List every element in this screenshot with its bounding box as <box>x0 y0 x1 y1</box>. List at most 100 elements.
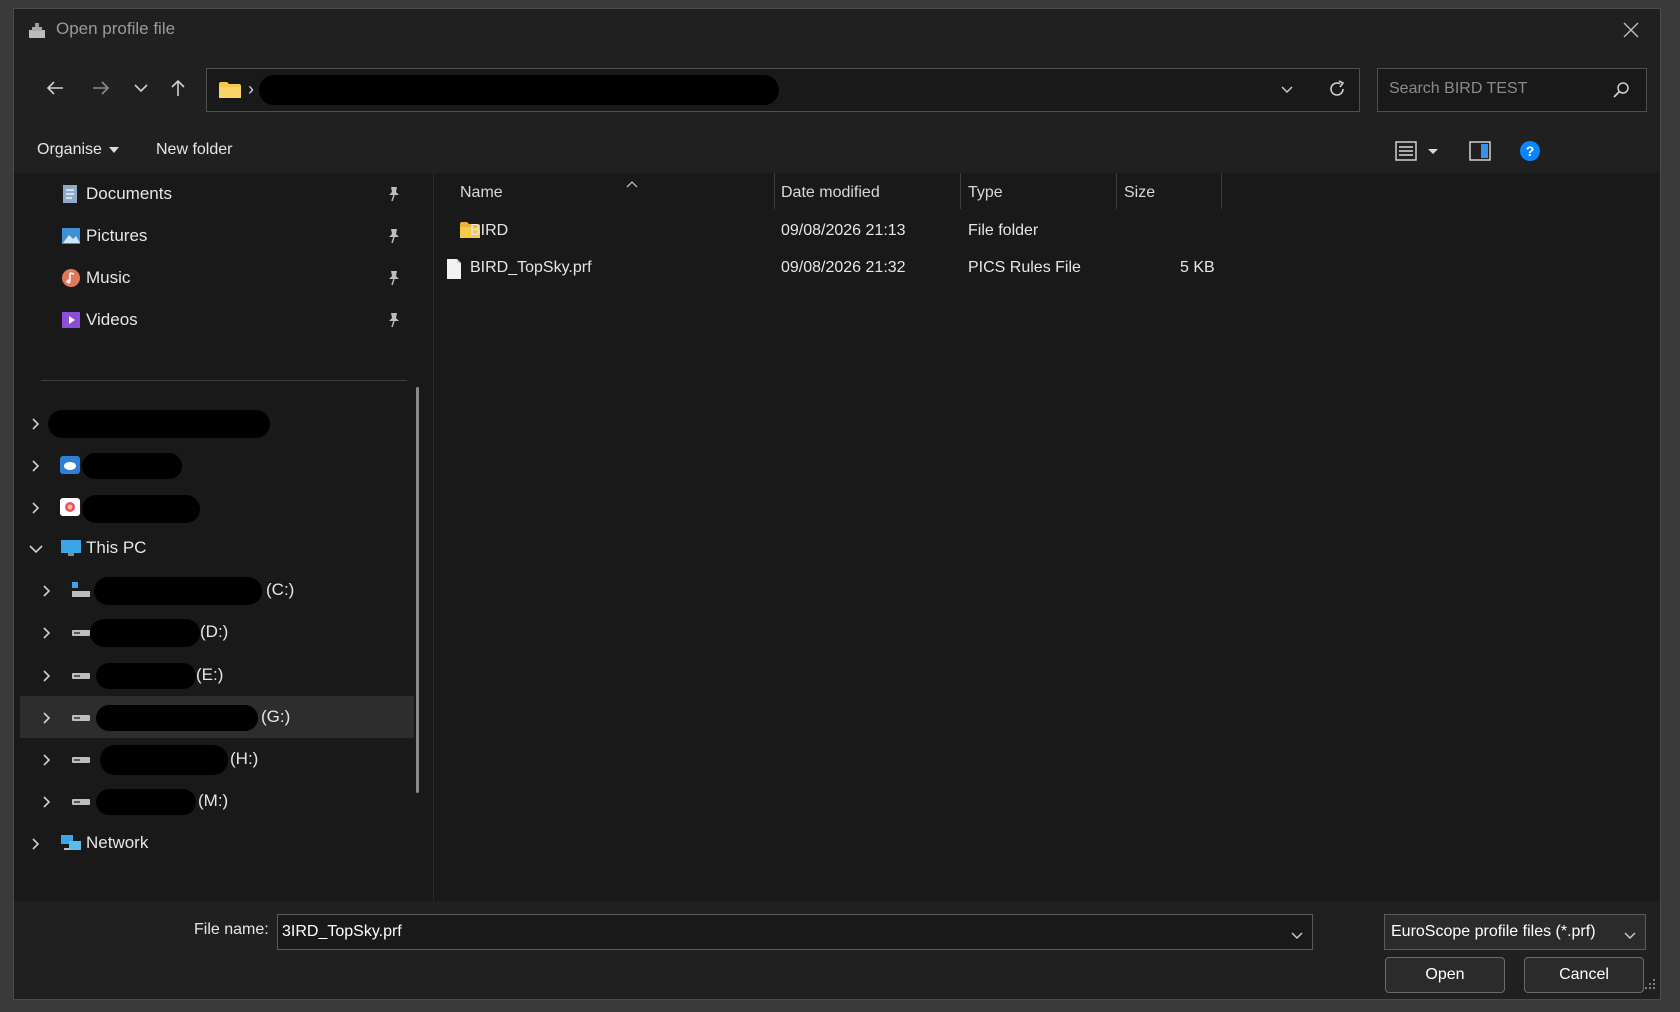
redacted-label <box>48 410 270 438</box>
column-header-size[interactable]: Size <box>1124 184 1155 202</box>
recent-locations-button[interactable] <box>124 72 158 106</box>
open-file-dialog: Open profile file › Search BIRD TEST Org… <box>13 8 1661 1000</box>
column-header-type[interactable]: Type <box>968 184 1003 202</box>
drive-icon <box>70 749 90 769</box>
address-bar[interactable]: › <box>206 68 1360 112</box>
sidebar-item-drive-m[interactable]: (M:) <box>14 780 404 822</box>
redacted-label <box>100 745 228 775</box>
address-history-button[interactable] <box>1279 81 1295 102</box>
redacted-label <box>82 453 182 479</box>
organise-label: Organise <box>37 141 102 158</box>
column-header-name[interactable]: Name <box>460 184 503 202</box>
pin-icon[interactable] <box>387 186 401 207</box>
cancel-button[interactable]: Cancel <box>1524 957 1644 993</box>
pin-icon[interactable] <box>387 228 401 249</box>
file-list: Name Date modified Type Size BIRD 09/08/… <box>434 173 1660 901</box>
pin-icon[interactable] <box>387 270 401 291</box>
sidebar-item-drive-c[interactable]: (C:) <box>14 569 404 611</box>
chevron-right-icon[interactable] <box>30 836 42 856</box>
documents-icon <box>61 184 81 204</box>
sidebar-item-label: Music <box>86 268 131 287</box>
chevron-down-icon[interactable] <box>28 541 44 561</box>
chevron-down-icon <box>1623 927 1637 947</box>
sidebar-item-drive-e[interactable]: (E:) <box>14 654 404 696</box>
computer-icon <box>60 538 81 558</box>
open-button[interactable]: Open <box>1385 957 1505 993</box>
back-button[interactable] <box>38 72 72 106</box>
videos-icon <box>61 310 81 330</box>
sidebar-item-pictures[interactable]: Pictures <box>14 215 404 257</box>
file-type-select[interactable]: EuroScope profile files (*.prf) <box>1384 914 1646 950</box>
file-type-value: EuroScope profile files (*.prf) <box>1391 923 1596 940</box>
file-type: PICS Rules File <box>968 259 1081 276</box>
sidebar-item-cloud[interactable] <box>14 444 404 486</box>
app-icon <box>27 20 47 40</box>
redacted-label <box>82 495 200 523</box>
arrow-right-icon <box>93 81 110 95</box>
up-button[interactable] <box>161 72 195 106</box>
file-row[interactable]: BIRD 09/08/2026 21:13 File folder <box>434 214 1434 250</box>
redacted-label <box>94 577 262 605</box>
column-divider[interactable] <box>960 173 961 209</box>
drive-letter: (M:) <box>198 791 229 810</box>
file-name-label: File name: <box>194 921 269 938</box>
organise-menu[interactable]: Organise <box>37 141 119 159</box>
column-header-date[interactable]: Date modified <box>781 184 880 202</box>
navigation-bar: › Search BIRD TEST <box>14 52 1660 129</box>
file-type: File folder <box>968 222 1039 239</box>
refresh-icon <box>1330 80 1345 96</box>
file-row[interactable]: BIRD_TopSky.prf 09/08/2026 21:32 PICS Ru… <box>434 251 1434 287</box>
chevron-right-icon[interactable] <box>41 583 53 603</box>
drive-letter: (D:) <box>200 622 229 641</box>
chevron-right-icon[interactable] <box>30 416 42 436</box>
sidebar-item-label: Network <box>86 833 149 852</box>
file-date: 09/08/2026 21:13 <box>781 222 906 239</box>
new-folder-button[interactable]: New folder <box>156 141 232 159</box>
help-button[interactable]: ? <box>1519 140 1541 167</box>
close-button[interactable] <box>1604 9 1660 52</box>
resize-grip-icon[interactable] <box>1644 975 1656 995</box>
chevron-right-icon[interactable] <box>30 458 42 478</box>
drive-letter: (H:) <box>230 749 259 768</box>
chevron-down-icon <box>134 84 148 93</box>
sort-ascending-icon <box>626 173 638 193</box>
forward-button[interactable] <box>84 72 118 106</box>
preview-pane-icon <box>1469 141 1491 161</box>
file-size: 5 KB <box>1180 259 1215 276</box>
drive-letter: (C:) <box>266 580 295 599</box>
chevron-right-icon[interactable] <box>41 794 53 814</box>
file-name-dropdown-button[interactable] <box>1290 927 1304 947</box>
sidebar-item-documents[interactable]: Documents <box>14 173 404 215</box>
sidebar-item-network[interactable]: Network <box>14 822 404 864</box>
sidebar-item-drive-d[interactable]: (D:) <box>14 611 404 653</box>
file-icon <box>445 258 463 285</box>
column-divider[interactable] <box>1116 173 1117 209</box>
column-divider[interactable] <box>1221 173 1222 209</box>
sidebar-item-drive-h[interactable]: (H:) <box>14 738 404 780</box>
chevron-right-icon[interactable] <box>41 625 53 645</box>
refresh-button[interactable] <box>1327 79 1347 104</box>
file-name-input[interactable]: 3IRD_TopSky.prf <box>277 914 1313 950</box>
file-date: 09/08/2026 21:32 <box>781 259 906 276</box>
chevron-right-icon[interactable] <box>41 752 53 772</box>
drive-icon <box>70 665 90 685</box>
network-icon <box>60 833 81 853</box>
sidebar-item-videos[interactable]: Videos <box>14 299 404 341</box>
sidebar-item-photos[interactable] <box>14 486 404 528</box>
sidebar-item-this-pc[interactable]: This PC <box>14 527 404 569</box>
sidebar-item-redacted[interactable] <box>14 402 404 444</box>
sidebar-item-music[interactable]: Music <box>14 257 404 299</box>
change-view-button[interactable] <box>1394 140 1442 167</box>
title-bar: Open profile file <box>14 9 1660 52</box>
search-box[interactable]: Search BIRD TEST <box>1377 68 1647 112</box>
sidebar-scrollbar[interactable] <box>416 387 419 793</box>
chevron-right-icon[interactable] <box>41 710 53 730</box>
preview-pane-button[interactable] <box>1469 140 1491 167</box>
drive-icon <box>70 622 90 642</box>
column-divider[interactable] <box>774 173 775 209</box>
sidebar-item-drive-g[interactable]: (G:) <box>20 696 414 738</box>
pin-icon[interactable] <box>387 312 401 333</box>
photos-icon <box>60 497 80 517</box>
chevron-right-icon[interactable] <box>41 668 53 688</box>
chevron-right-icon[interactable] <box>30 500 42 520</box>
